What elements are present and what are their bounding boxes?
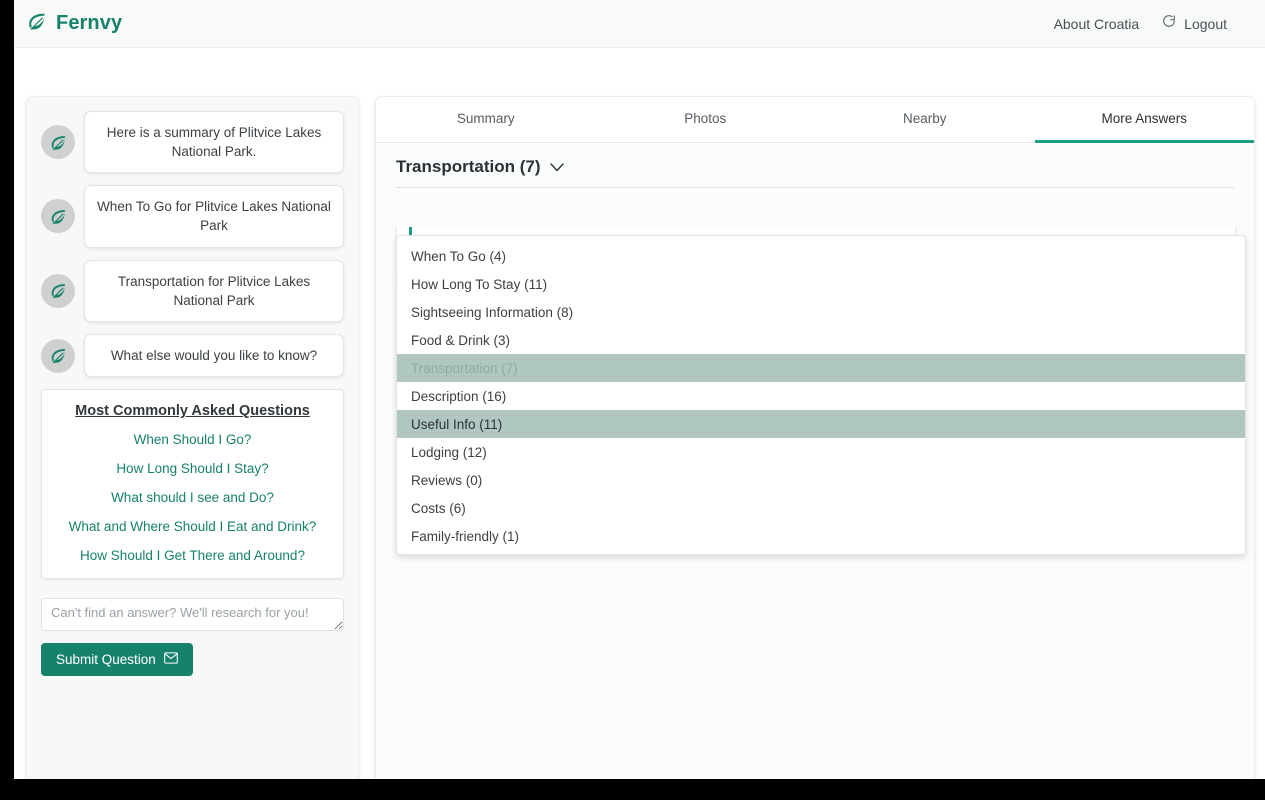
faq-link-when[interactable]: When Should I Go?: [52, 432, 333, 447]
category-dropdown-menu[interactable]: When To Go (4) How Long To Stay (11) Sig…: [396, 235, 1246, 555]
dropdown-item-description[interactable]: Description (16): [397, 382, 1245, 410]
faq-link-eat-drink[interactable]: What and Where Should I Eat and Drink?: [52, 519, 333, 534]
faq-link-see-do[interactable]: What should I see and Do?: [52, 490, 333, 505]
leaf-avatar-icon: [41, 339, 75, 373]
leaf-avatar-icon: [41, 199, 75, 233]
chat-bubble: What else would you like to know?: [84, 334, 344, 377]
list-item: What else would you like to know?: [41, 334, 344, 377]
dropdown-item-family-friendly[interactable]: Family-friendly (1): [397, 522, 1245, 550]
list-item: Here is a summary of Plitvice Lakes Nati…: [41, 111, 344, 173]
tab-nearby[interactable]: Nearby: [815, 97, 1035, 143]
dropdown-item-reviews[interactable]: Reviews (0): [397, 466, 1245, 494]
dropdown-item-how-long-to-stay[interactable]: How Long To Stay (11): [397, 270, 1245, 298]
about-croatia-link[interactable]: About Croatia: [1054, 16, 1140, 32]
question-input[interactable]: [41, 598, 344, 631]
dropdown-item-when-to-go[interactable]: When To Go (4): [397, 242, 1245, 270]
chat-bubble: Transportation for Plitvice Lakes Nation…: [84, 260, 344, 322]
list-item: Transportation for Plitvice Lakes Nation…: [41, 260, 344, 322]
faq-card: Most Commonly Asked Questions When Shoul…: [41, 389, 344, 579]
brand-logo[interactable]: Fernvy: [26, 10, 122, 37]
category-title: Transportation (7): [396, 157, 541, 177]
tab-more-answers[interactable]: More Answers: [1035, 97, 1255, 143]
leaf-icon: [26, 10, 48, 37]
faq-title: Most Commonly Asked Questions: [52, 403, 333, 419]
dropdown-item-sightseeing[interactable]: Sightseeing Information (8): [397, 298, 1245, 326]
dropdown-item-transportation[interactable]: Transportation (7): [397, 354, 1245, 382]
logout-button[interactable]: Logout: [1161, 13, 1227, 34]
app-header: Fernvy About Croatia Logout: [14, 0, 1265, 48]
app-viewport: Fernvy About Croatia Logout: [14, 0, 1265, 779]
chevron-down-icon: [550, 157, 564, 177]
leaf-avatar-icon: [41, 125, 75, 159]
leaf-avatar-icon: [41, 274, 75, 308]
submit-question-button[interactable]: Submit Question: [41, 643, 193, 676]
chat-bubble: When To Go for Plitvice Lakes National P…: [84, 185, 344, 247]
dropdown-item-food-drink[interactable]: Food & Drink (3): [397, 326, 1245, 354]
faq-link-how-long[interactable]: How Long Should I Stay?: [52, 461, 333, 476]
header-actions: About Croatia Logout: [1054, 13, 1247, 34]
submit-question-label: Submit Question: [56, 652, 156, 667]
brand-name: Fernvy: [56, 12, 122, 35]
answers-panel: Summary Photos Nearby More Answers Trans…: [375, 96, 1255, 779]
dropdown-item-lodging[interactable]: Lodging (12): [397, 438, 1245, 466]
chat-sidebar: Here is a summary of Plitvice Lakes Nati…: [26, 96, 359, 779]
dropdown-item-useful-info[interactable]: Useful Info (11): [397, 410, 1245, 438]
chat-bubble: Here is a summary of Plitvice Lakes Nati…: [84, 111, 344, 173]
logout-label: Logout: [1184, 16, 1227, 32]
envelope-icon: [164, 652, 178, 667]
tab-summary[interactable]: Summary: [376, 97, 596, 143]
faq-link-get-around[interactable]: How Should I Get There and Around?: [52, 548, 333, 563]
refresh-logout-icon: [1161, 13, 1177, 34]
tab-photos[interactable]: Photos: [596, 97, 816, 143]
app-body: Here is a summary of Plitvice Lakes Nati…: [14, 48, 1265, 779]
category-dropdown-toggle[interactable]: Transportation (7): [396, 157, 564, 177]
tab-bar: Summary Photos Nearby More Answers: [376, 97, 1254, 143]
dropdown-item-costs[interactable]: Costs (6): [397, 494, 1245, 522]
chat-message-list: Here is a summary of Plitvice Lakes Nati…: [41, 111, 344, 377]
list-item: When To Go for Plitvice Lakes National P…: [41, 185, 344, 247]
section-header: Transportation (7): [376, 143, 1254, 177]
section-divider: [396, 187, 1234, 188]
